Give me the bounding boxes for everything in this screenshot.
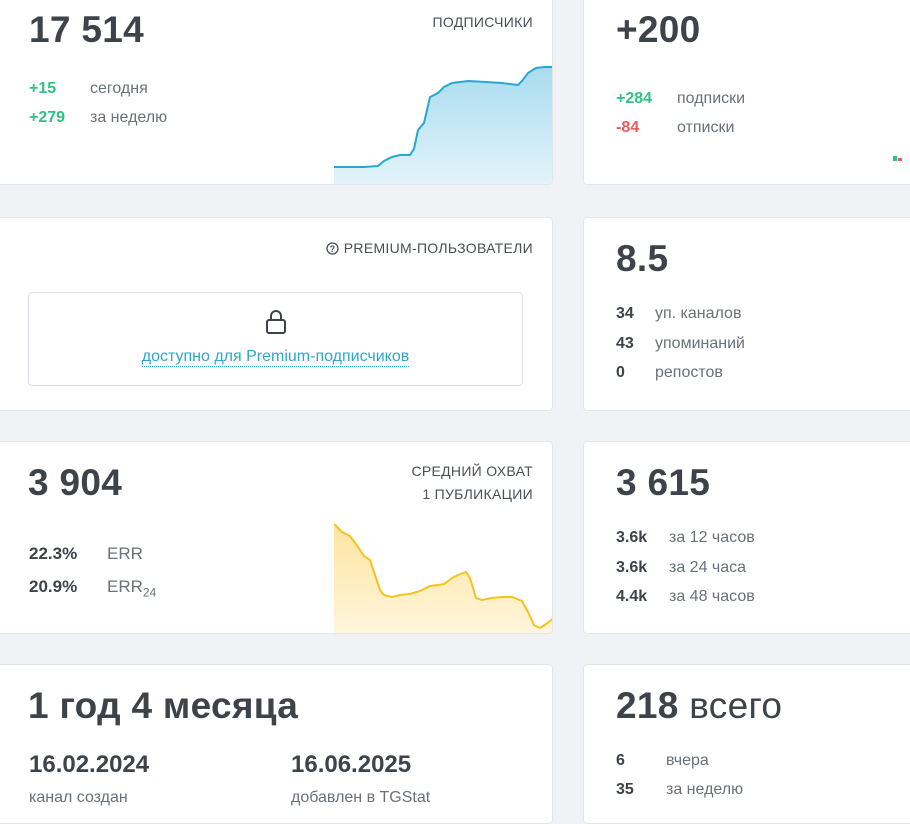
views-24h-label: за 24 часа [669,559,747,576]
added-label: добавлен в TGStat [291,789,431,806]
citation-reposts-label: репостов [655,364,723,381]
citation-channels-label: уп. каналов [655,305,742,322]
reach-area [334,524,552,633]
views-card[interactable]: 3 615 3.6k за 12 часов 3.6k за 24 часа 4… [583,441,910,634]
growth-bar-positive [893,156,897,161]
premium-link[interactable]: доступно для Premium-подписчиков [29,348,522,367]
reach-card[interactable]: 3 904 СРЕДНИЙ ОХВАТ 1 ПУБЛИКАЦИИ 22.3% E… [0,441,553,634]
reach-sparkline [334,523,552,633]
citation-reposts-value: 0 [616,364,625,381]
reach-caption: СРЕДНИЙ ОХВАТ 1 ПУБЛИКАЦИИ [411,460,533,506]
citation-mentions-value: 43 [616,335,634,352]
err24-label-sub: 24 [142,585,157,600]
posts-total-value: 218 [616,685,679,726]
subscribers-today-value: +15 [29,80,57,97]
premium-link-text[interactable]: доступно для Premium-подписчиков [141,348,410,367]
views-12h-value: 3.6k [616,529,648,546]
growth-mini-bars [893,156,902,161]
subscribers-caption: ПОДПИСЧИКИ [432,14,533,30]
reach-caption-line1: СРЕДНИЙ ОХВАТ [411,463,533,479]
growth-subscribed-label: подписки [677,90,746,107]
citation-mentions-label: упоминаний [655,335,745,352]
posts-week-label: за неделю [666,781,744,798]
growth-unsubscribed-value: -84 [616,119,640,136]
views-48h-label: за 48 часов [669,588,755,605]
premium-caption-text: PREMIUM-ПОЛЬЗОВАТЕЛИ [343,240,533,256]
subscribers-today-label: сегодня [90,80,148,97]
err24-label: ERR24 [107,577,156,599]
created-date: 16.02.2024 [29,751,150,778]
svg-text:?: ? [329,244,335,254]
err24-label-text: ERR [107,577,143,596]
reach-caption-line2: 1 ПУБЛИКАЦИИ [422,486,533,502]
posts-total: 218 всего [616,685,782,727]
age-card: 1 год 4 месяца 16.02.2024 канал создан 1… [0,664,553,824]
views-12h-label: за 12 часов [669,529,755,546]
views-24h-value: 3.6k [616,559,648,576]
err-value: 22.3% [29,544,78,563]
views-48h-value: 4.4k [616,588,648,605]
citation-index-value: 8.5 [616,238,669,279]
posts-card[interactable]: 218 всего 6 вчера 35 за неделю [583,664,910,824]
created-label: канал создан [29,789,128,806]
err24-value: 20.9% [29,577,78,596]
growth-unsubscribed-label: отписки [677,119,735,136]
reach-value: 3 904 [28,462,123,503]
added-date: 16.06.2025 [291,751,412,778]
err-label: ERR [107,544,143,563]
subscribers-sparkline [334,66,552,184]
posts-week-value: 35 [616,781,634,798]
premium-caption: ? PREMIUM-ПОЛЬЗОВАТЕЛИ [326,237,533,260]
subscribers-card[interactable]: 17 514 ПОДПИСЧИКИ +15 сегодня +279 за не… [0,0,553,185]
premium-lock-box: доступно для Premium-подписчиков [28,292,523,386]
posts-total-suffix: всего [689,685,783,726]
subscribers-count: 17 514 [29,9,144,50]
citation-channels-value: 34 [616,305,634,322]
growth-value: +200 [616,9,701,50]
channel-age-value: 1 год 4 месяца [28,685,299,726]
subscribers-week-value: +279 [29,109,66,126]
growth-bar-negative [898,158,902,161]
views-value: 3 615 [616,462,711,503]
posts-yesterday-label: вчера [666,752,709,769]
growth-subscribed-value: +284 [616,90,653,107]
growth-card[interactable]: +200 +284 подписки -84 отписки [583,0,910,185]
premium-card: ? PREMIUM-ПОЛЬЗОВАТЕЛИ доступно для Prem… [0,217,553,411]
lock-icon [266,310,286,334]
info-circle-icon: ? [326,242,339,255]
citation-card[interactable]: 8.5 34 уп. каналов 43 упоминаний 0 репос… [583,217,910,411]
subscribers-week-label: за неделю [90,109,168,126]
posts-yesterday-value: 6 [616,752,625,769]
